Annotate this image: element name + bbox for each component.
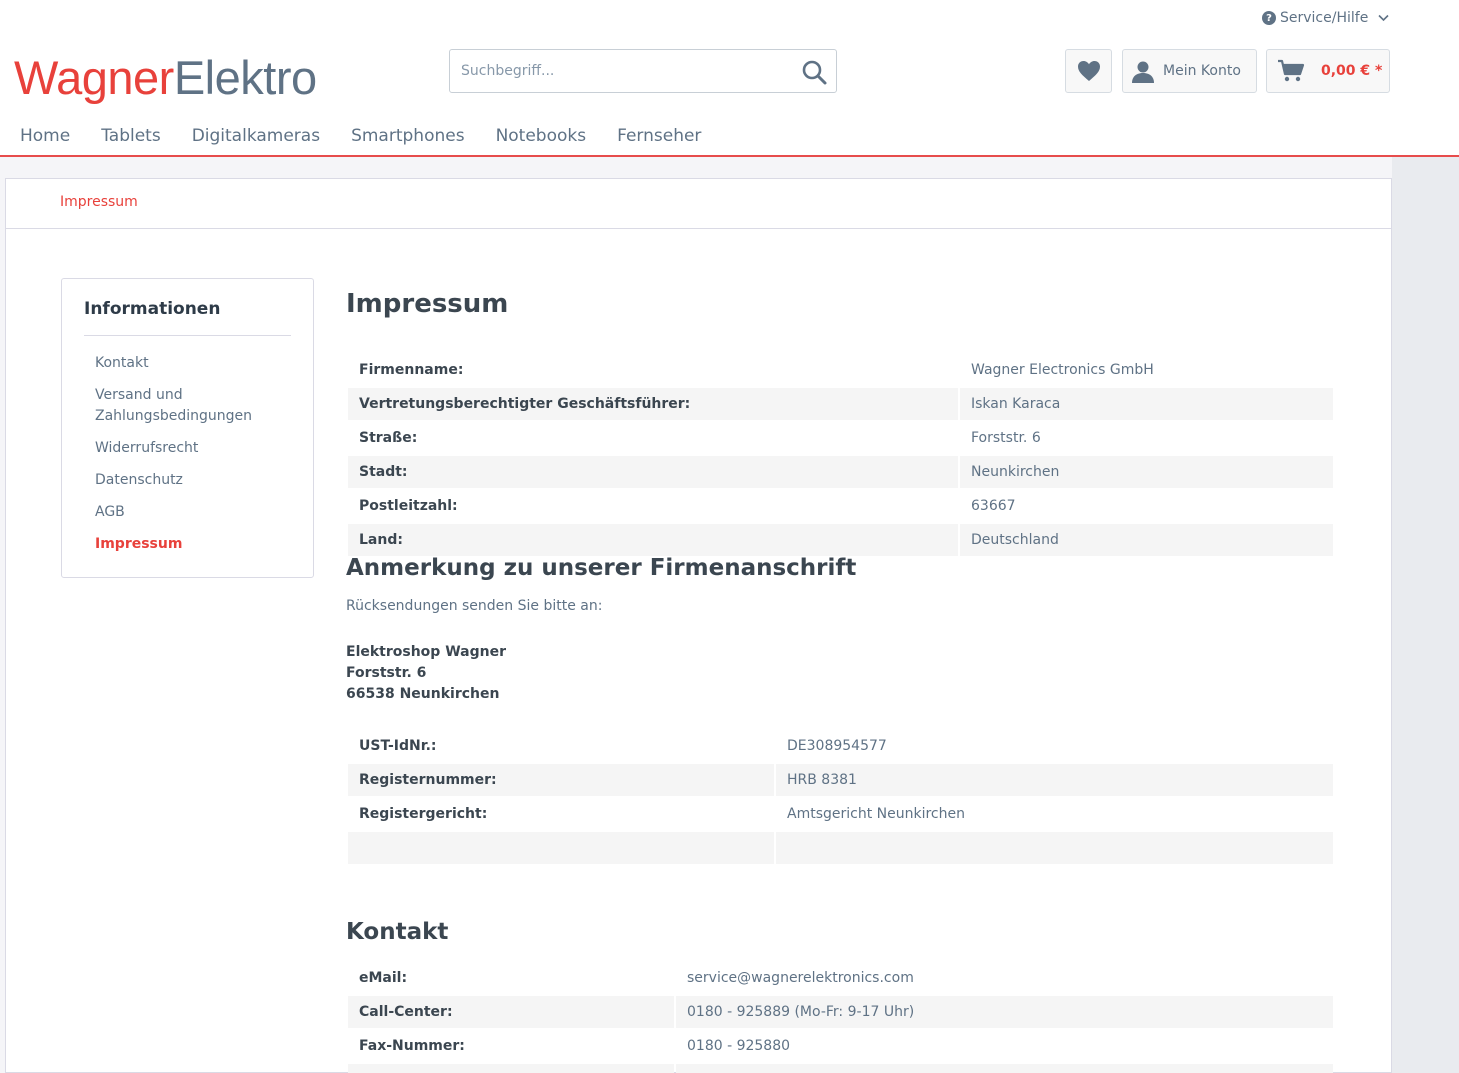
service-help-menu[interactable]: ? Service/Hilfe (1262, 8, 1389, 28)
table-row: Straße: Forststr. 6 (348, 422, 1333, 454)
table-label: Call-Center: (348, 996, 674, 1028)
heart-icon (1077, 61, 1100, 81)
table-row: Land: Deutschland (348, 524, 1333, 556)
search-button[interactable] (800, 58, 828, 86)
header: ? Service/Hilfe WagnerElektro Mein Konto (0, 0, 1459, 157)
chevron-down-icon (1378, 12, 1389, 25)
header-divider (0, 155, 1459, 157)
nav-digitalkameras[interactable]: Digitalkameras (192, 125, 320, 147)
sidebar-divider (84, 335, 291, 336)
note-title: Anmerkung zu unserer Firmenanschrift (346, 555, 857, 581)
logo-part-1: Wagner (14, 51, 174, 104)
table-value (676, 1064, 1333, 1073)
table-value: 0180 - 925880 (687, 1038, 791, 1054)
table-value (776, 832, 1333, 864)
table-value: 63667 (971, 498, 1016, 514)
help-icon: ? (1262, 11, 1276, 25)
note-text: Rücksendungen senden Sie bitte an: (346, 598, 603, 614)
table-label (348, 1064, 674, 1073)
breadcrumb-impressum[interactable]: Impressum (60, 194, 138, 210)
table-value: Deutschland (960, 524, 1333, 556)
info-sidebar: Informationen Kontakt Versand und Zahlun… (61, 278, 314, 578)
nav-smartphones[interactable]: Smartphones (351, 125, 464, 147)
nav-notebooks[interactable]: Notebooks (496, 125, 587, 147)
wishlist-button[interactable] (1065, 49, 1112, 93)
search-box (449, 49, 837, 93)
sidebar-item-widerrufsrecht[interactable]: Widerrufsrecht (95, 438, 295, 459)
account-button[interactable]: Mein Konto (1122, 49, 1257, 93)
cart-button[interactable]: 0,00 € * (1266, 49, 1390, 93)
table-label: Registernummer: (348, 764, 774, 796)
table-row (348, 832, 1333, 864)
table-value: service@wagnerelektronics.com (687, 970, 914, 986)
table-row: Registernummer: HRB 8381 (348, 764, 1333, 796)
table-label: Vertretungsberechtigter Geschäftsführer: (348, 388, 958, 420)
table-row: Postleitzahl: 63667 (348, 490, 1333, 522)
page-background-right (1392, 157, 1459, 1073)
table-row: UST-IdNr.: DE308954577 (348, 730, 1333, 762)
table-row: eMail: service@wagnerelektronics.com (348, 962, 1333, 994)
sidebar-item-kontakt[interactable]: Kontakt (95, 353, 295, 374)
search-input[interactable] (450, 50, 790, 92)
table-value: Amtsgericht Neunkirchen (787, 806, 965, 822)
contact-title: Kontakt (346, 919, 449, 945)
table-value: DE308954577 (787, 738, 887, 754)
table-label: Registergericht: (359, 806, 488, 822)
table-row: Registergericht: Amtsgericht Neunkirchen (348, 798, 1333, 830)
table-label: Fax-Nummer: (359, 1038, 465, 1054)
table-value: Forststr. 6 (971, 430, 1041, 446)
company-info-table: Firmenname: Wagner Electronics GmbH Vertre… (346, 352, 1335, 558)
table-label: Firmenname: (359, 362, 464, 378)
table-row: Firmenname: Wagner Electronics GmbH (348, 354, 1333, 386)
table-value: Wagner Electronics GmbH (971, 362, 1154, 378)
return-address-line-1: Elektroshop Wagner (346, 644, 506, 660)
sidebar-item-agb[interactable]: AGB (95, 502, 295, 523)
table-label: eMail: (359, 970, 408, 986)
table-label: Stadt: (348, 456, 958, 488)
table-value: Iskan Karaca (960, 388, 1333, 420)
nav-fernseher[interactable]: Fernseher (617, 125, 701, 147)
cart-icon (1278, 59, 1305, 82)
nav-home[interactable]: Home (20, 125, 70, 147)
table-row: Vertretungsberechtigter Geschäftsführer:… (348, 388, 1333, 420)
logo[interactable]: WagnerElektro (14, 48, 317, 108)
return-address: Elektroshop Wagner Forststr. 6 66538 Neu… (346, 642, 506, 705)
logo-part-2: Elektro (173, 51, 317, 104)
content-panel: Impressum Informationen Kontakt Versand … (5, 178, 1392, 1073)
table-row: Call-Center: 0180 - 925889 (Mo-Fr: 9-17 U… (348, 996, 1333, 1028)
table-row: Stadt: Neunkirchen (348, 456, 1333, 488)
return-address-line-2: Forststr. 6 (346, 665, 427, 681)
sidebar-item-impressum[interactable]: Impressum (95, 534, 295, 555)
return-address-line-3: 66538 Neunkirchen (346, 686, 500, 702)
sidebar-title: Informationen (84, 299, 221, 319)
table-value: 0180 - 925889 (Mo-Fr: 9-17 Uhr) (676, 996, 1333, 1028)
account-label: Mein Konto (1163, 63, 1241, 79)
search-icon (802, 60, 827, 85)
table-label: Straße: (359, 430, 418, 446)
table-label: Land: (348, 524, 958, 556)
register-info-table: UST-IdNr.: DE308954577 Registernummer: HRB … (346, 728, 1335, 866)
cart-total: 0,00 € * (1321, 63, 1383, 79)
contact-info-table: eMail: service@wagnerelektronics.com Call-… (346, 960, 1335, 1073)
table-label: UST-IdNr.: (359, 738, 437, 754)
page-title: Impressum (346, 289, 509, 319)
user-icon (1132, 61, 1154, 83)
sidebar-item-datenschutz[interactable]: Datenschutz (95, 470, 295, 491)
table-label (348, 832, 774, 864)
table-row: Fax-Nummer: 0180 - 925880 (348, 1030, 1333, 1062)
sidebar-item-versand[interactable]: Versand und Zahlungsbedingungen (95, 385, 295, 427)
sidebar-list: Kontakt Versand und Zahlungsbedingungen … (95, 353, 295, 566)
main-navigation: Home Tablets Digitalkameras Smartphones … (20, 125, 732, 147)
table-value: Neunkirchen (960, 456, 1333, 488)
table-value: HRB 8381 (776, 764, 1333, 796)
nav-tablets[interactable]: Tablets (101, 125, 160, 147)
table-row (348, 1064, 1333, 1073)
table-label: Postleitzahl: (359, 498, 458, 514)
breadcrumb: Impressum (6, 179, 1391, 229)
service-help-label: Service/Hilfe (1280, 10, 1369, 26)
